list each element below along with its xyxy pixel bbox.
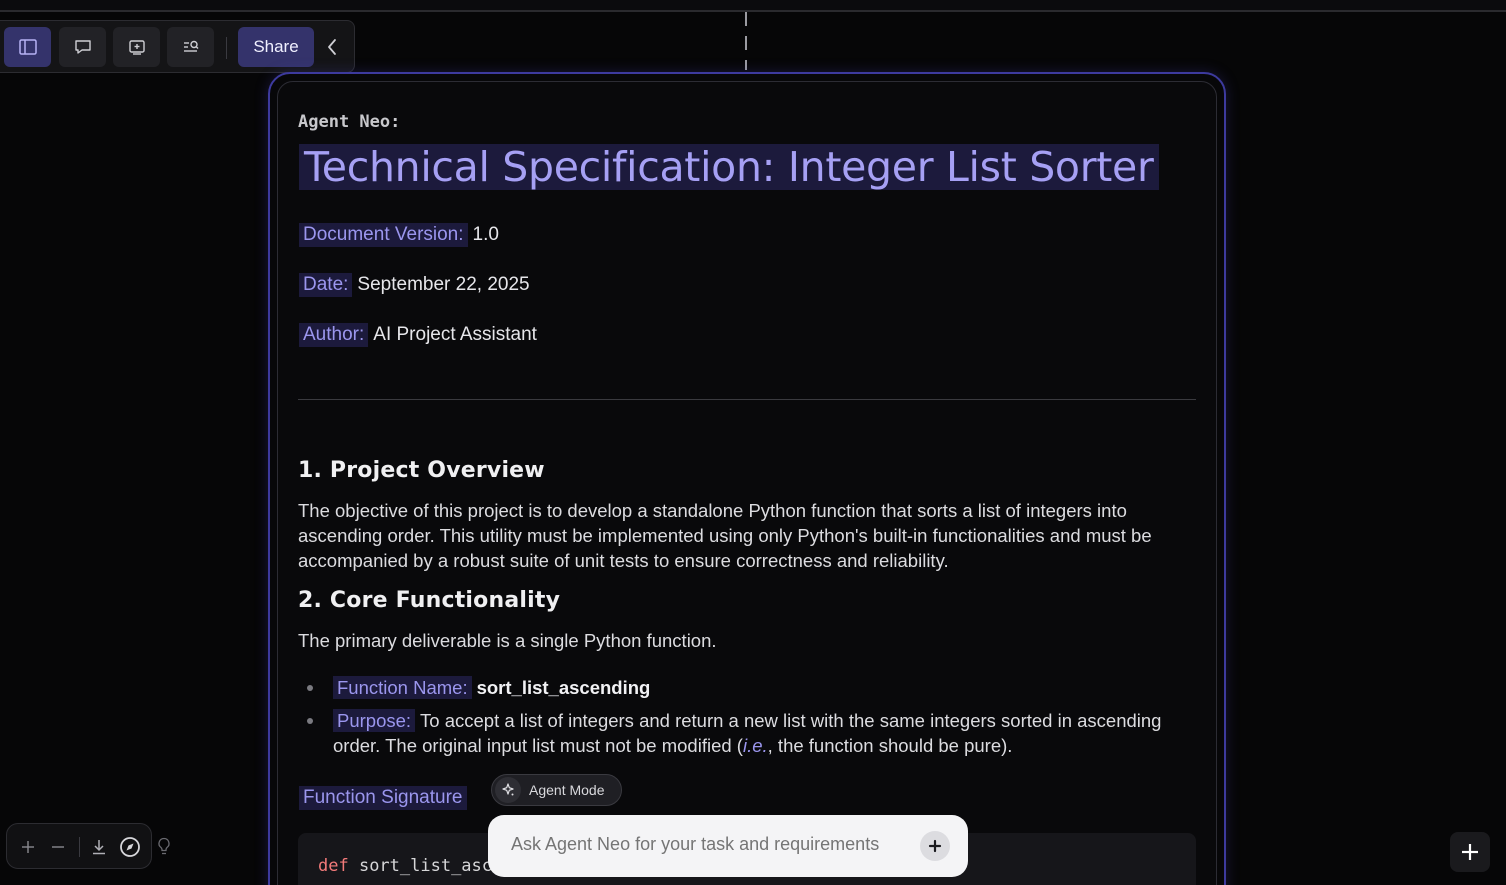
document-card — [277, 81, 1217, 885]
section-divider — [298, 399, 1196, 400]
compass-icon — [120, 837, 140, 857]
function-name: sort_list_ascending — [476, 677, 651, 698]
ask-box — [488, 815, 968, 877]
center-guide-line — [745, 12, 747, 70]
document-title: Technical Specification: Integer List So… — [299, 144, 1159, 190]
comments-button[interactable] — [59, 27, 106, 67]
meta-label: Author: — [299, 323, 369, 347]
plus-icon — [22, 841, 34, 853]
section-body-overview: The objective of this project is to deve… — [298, 500, 1152, 571]
code-rest: sort_list_asce — [348, 856, 503, 876]
meta-value: 1.0 — [472, 224, 499, 245]
search-list-button[interactable] — [167, 27, 214, 67]
list-item-label: Function Name: — [333, 676, 472, 699]
zoom-out-button[interactable] — [46, 835, 70, 859]
zoom-divider — [79, 837, 80, 857]
bullet-dot — [307, 718, 313, 724]
section-heading-core: 2. Core Functionality — [298, 588, 561, 613]
collapse-toolbar-button[interactable] — [320, 34, 344, 60]
add-slide-button[interactable] — [113, 27, 160, 67]
meta-date: Date: September 22, 2025 — [299, 273, 530, 297]
agent-mode-toggle[interactable]: Agent Mode — [491, 774, 622, 806]
code-keyword: def — [318, 856, 349, 876]
toolbar-divider — [226, 37, 227, 59]
agent-label: Agent Neo: — [298, 112, 401, 132]
zoom-in-button[interactable] — [16, 835, 40, 859]
sparkle-icon — [495, 777, 521, 803]
top-strip — [0, 0, 1506, 12]
meta-version: Document Version: 1.0 — [299, 223, 499, 247]
comment-icon — [74, 40, 91, 54]
bullet-dot — [307, 685, 313, 691]
agent-mode-label: Agent Mode — [529, 782, 605, 798]
ask-add-button[interactable] — [920, 831, 950, 861]
minus-icon — [52, 846, 64, 848]
navigate-button[interactable] — [118, 835, 142, 859]
list-item-label: Purpose: — [333, 709, 416, 732]
code-line: def sort_list_asce — [318, 856, 502, 876]
download-icon — [93, 840, 105, 855]
share-button[interactable]: Share — [238, 27, 314, 67]
search-list-icon — [183, 40, 198, 52]
function-signature-label: Function Signature — [299, 786, 467, 810]
list-item-function-name: Function Name: sort_list_ascending — [333, 675, 1193, 700]
plus-icon — [1462, 844, 1478, 860]
lightbulb-icon — [158, 837, 170, 855]
chevron-left-icon — [328, 39, 336, 55]
meta-value: September 22, 2025 — [357, 274, 530, 295]
add-box-icon — [128, 40, 145, 55]
download-button[interactable] — [87, 835, 111, 859]
list-item-purpose: Purpose: To accept a list of integers and… — [333, 708, 1193, 758]
tips-button[interactable] — [154, 836, 174, 858]
plus-icon — [928, 839, 942, 853]
meta-label: Document Version: — [299, 223, 468, 247]
meta-author: Author: AI Project Assistant — [299, 323, 537, 347]
meta-value: AI Project Assistant — [373, 324, 537, 345]
section-heading-overview: 1. Project Overview — [298, 458, 545, 483]
sidebar-toggle-button[interactable] — [4, 27, 51, 67]
sidebar-icon — [18, 39, 37, 55]
top-toolbar: Share — [0, 20, 355, 73]
purpose-text-after: , the function should be pure). — [767, 735, 1013, 756]
purpose-ie: i.e. — [742, 735, 768, 756]
section-body-core: The primary deliverable is a single Pyth… — [298, 630, 717, 651]
add-button[interactable] — [1450, 832, 1490, 872]
meta-label: Date: — [299, 273, 353, 297]
ask-input[interactable] — [511, 834, 911, 855]
zoom-controls — [6, 823, 152, 869]
